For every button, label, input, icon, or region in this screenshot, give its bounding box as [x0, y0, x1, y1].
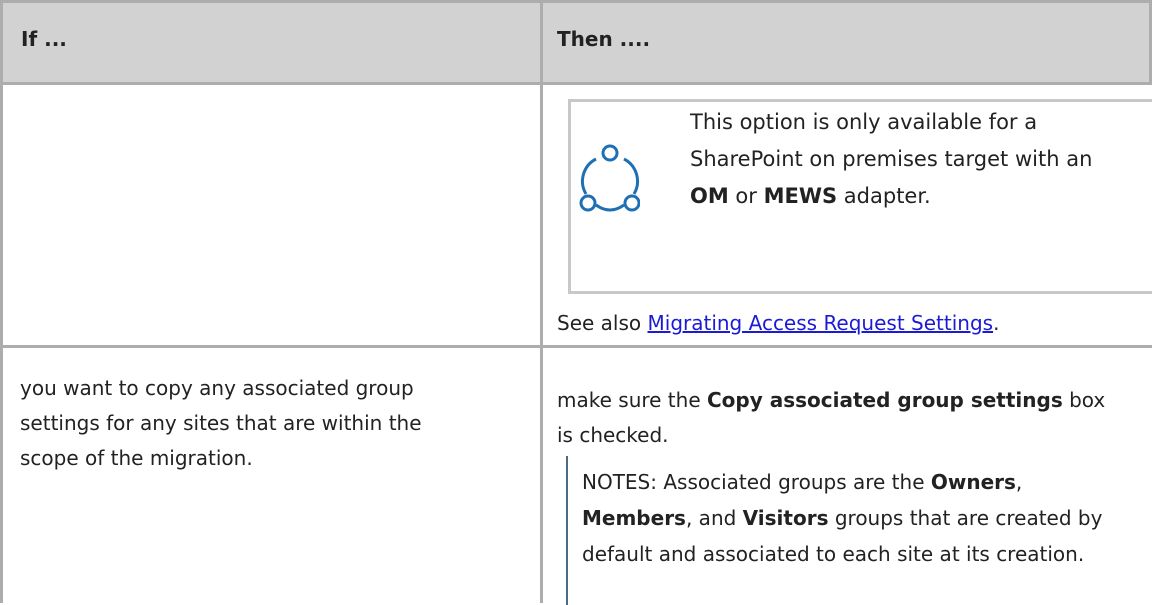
see-also-line: See also Migrating Access Request Settin…: [557, 306, 999, 341]
notes-line-2: Members, and Visitors groups that are cr…: [582, 500, 1152, 536]
then-line-1: make sure the Copy associated group sett…: [557, 383, 1152, 418]
then-box: box: [1062, 388, 1106, 412]
notes-line-1: NOTES: Associated groups are the Owners,: [582, 464, 1152, 500]
note-line-1: This option is only available for a: [690, 110, 1038, 134]
table-header-row: If ... Then ....: [0, 0, 1152, 85]
notes-comma: ,: [1015, 470, 1023, 494]
see-also-prefix: See also: [557, 311, 648, 335]
mews-label: MEWS: [763, 184, 838, 208]
owners-label: Owners: [930, 470, 1016, 494]
if-line-1: you want to copy any associated group: [20, 376, 414, 400]
note-line-2: SharePoint on premises target with an: [690, 147, 1093, 171]
then-prefix: make sure the: [557, 388, 707, 412]
notes-block: NOTES: Associated groups are the Owners,…: [582, 464, 1152, 572]
header-if: If ...: [21, 27, 67, 51]
visitors-label: Visitors: [742, 506, 829, 530]
availability-note: This option is only available for a Shar…: [690, 104, 1152, 215]
if-then-table: If ... Then .... This option is only ava…: [0, 0, 1152, 605]
copy-associated-group-settings-label: Copy associated group settings: [707, 388, 1063, 412]
note-adapter: adapter.: [837, 184, 931, 208]
members-label: Members: [582, 506, 686, 530]
see-also-suffix: .: [993, 311, 1000, 335]
note-or: or: [728, 184, 764, 208]
notes-line-3: default and associated to each site at i…: [582, 542, 1085, 566]
column-divider: [540, 0, 543, 603]
notes-and: , and: [685, 506, 743, 530]
header-then: Then ....: [557, 27, 651, 51]
notes-prefix: NOTES: Associated groups are the: [582, 470, 931, 494]
note-line-3: OM or MEWS adapter.: [690, 178, 1152, 215]
then-cell-text: make sure the Copy associated group sett…: [557, 383, 1152, 453]
row-divider: [0, 345, 1152, 348]
if-cell-text: you want to copy any associated group se…: [20, 371, 530, 476]
migrating-access-request-settings-link[interactable]: Migrating Access Request Settings: [648, 311, 994, 335]
if-line-2: settings for any sites that are within t…: [20, 411, 422, 435]
table-border-left: [0, 0, 3, 603]
then-line-2: is checked.: [557, 423, 669, 447]
notes-accent-bar: [566, 456, 568, 605]
if-line-3: scope of the migration.: [20, 446, 253, 470]
share-icon: [578, 139, 641, 221]
om-label: OM: [690, 184, 729, 208]
notes-groups: groups that are created by: [828, 506, 1103, 530]
table-border-top: [0, 0, 1152, 3]
